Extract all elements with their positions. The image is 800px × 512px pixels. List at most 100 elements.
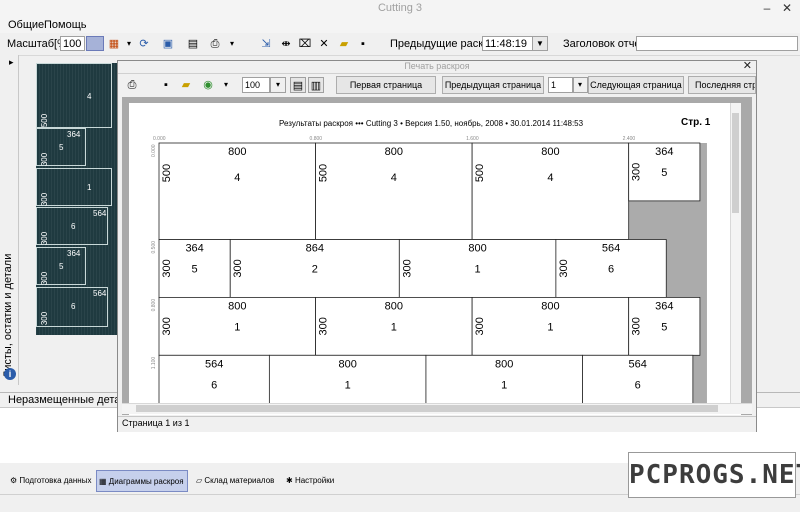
part-number-label: 4 bbox=[391, 172, 397, 184]
ruler-y-label: 0.500 bbox=[151, 241, 157, 254]
thumbnail-width: 364 bbox=[67, 249, 81, 258]
horizontal-scroll-thumb[interactable] bbox=[136, 405, 718, 412]
part-width-label: 800 bbox=[541, 146, 559, 158]
open-folder-icon[interactable]: ▰ bbox=[336, 36, 352, 52]
ruler-y-label: 0.000 bbox=[151, 144, 157, 157]
cutting-diagram: 0.000 0.800 1.600 2.400 0.000 0.500 0.800 1.100… bbox=[151, 136, 707, 414]
thumbnail[interactable]: 564 6 300 bbox=[36, 207, 108, 245]
part-width-label: 364 bbox=[655, 146, 673, 158]
scale-input[interactable]: 100 bbox=[60, 36, 85, 51]
align-icon[interactable]: ⇼ bbox=[278, 36, 294, 52]
arrange-icon[interactable]: ⇲ bbox=[258, 36, 274, 52]
part-height-label: 300 bbox=[631, 317, 643, 335]
stock-icon: ▱ bbox=[196, 476, 203, 485]
part-width-label: 364 bbox=[185, 243, 203, 255]
tab-cut-diagrams[interactable]: ▦ Диаграммы раскроя bbox=[96, 470, 188, 492]
single-page-icon[interactable]: ▤ bbox=[290, 77, 306, 93]
thumbnail[interactable]: 1 300 bbox=[36, 168, 112, 206]
settings-icon: ✱ bbox=[286, 476, 293, 485]
part-number-label: 1 bbox=[234, 321, 240, 333]
print-dropdown-icon[interactable]: ▾ bbox=[224, 36, 240, 52]
part-width-label: 800 bbox=[228, 146, 246, 158]
thumbnail[interactable]: 364 5 300 bbox=[36, 247, 86, 285]
tab-data-preparation[interactable]: ⚙ Подготовка данных bbox=[8, 470, 96, 492]
tab-label: Склад материалов bbox=[204, 476, 275, 485]
part-height-label: 300 bbox=[474, 317, 486, 335]
document-icon[interactable]: ▤ bbox=[185, 36, 201, 52]
thumbnail-number: 4 bbox=[87, 92, 92, 101]
part-number-label: 6 bbox=[635, 379, 641, 391]
refresh-icon[interactable]: ⟳ bbox=[136, 36, 152, 52]
cut-icon[interactable]: ⌧ bbox=[297, 36, 313, 52]
export-icon[interactable]: ◉ bbox=[200, 77, 216, 93]
page-number-dropdown-icon[interactable]: ▾ bbox=[572, 77, 588, 93]
part-number-label: 6 bbox=[608, 263, 614, 275]
close-button[interactable]: ✕ bbox=[778, 1, 796, 16]
part-width-label: 564 bbox=[602, 243, 620, 255]
part-number-label: 1 bbox=[475, 263, 481, 275]
open-folder-icon[interactable]: ▰ bbox=[178, 77, 194, 93]
export-dropdown-icon[interactable]: ▾ bbox=[218, 77, 234, 93]
save-icon[interactable]: ▪ bbox=[355, 36, 371, 52]
minimize-button[interactable]: – bbox=[758, 1, 776, 16]
scale-slider[interactable] bbox=[86, 36, 104, 51]
sheets-panel-label[interactable]: Листы, остатки и детали bbox=[2, 254, 14, 378]
vertical-scroll-thumb[interactable] bbox=[732, 113, 739, 213]
ruler-x-label: 2.400 bbox=[623, 136, 636, 142]
image-icon[interactable]: ▣ bbox=[160, 36, 176, 52]
part-number-label: 2 bbox=[312, 263, 318, 275]
report-header-input[interactable] bbox=[636, 36, 798, 51]
printer-icon[interactable]: ⎙ bbox=[207, 36, 223, 52]
sheet-thumbnails[interactable]: 4 500 364 5 300 1 300 564 6 300 364 5 30… bbox=[36, 63, 118, 335]
menu-help[interactable]: Помощь bbox=[44, 19, 87, 31]
prev-cuts-dropdown-icon[interactable]: ▼ bbox=[532, 36, 548, 51]
thumbnail-side: 300 bbox=[40, 271, 50, 286]
thumbnail[interactable]: 564 6 300 bbox=[36, 287, 108, 327]
print-preview-statusbar: Страница 1 из 1 bbox=[118, 416, 756, 432]
menu-general[interactable]: Общие bbox=[8, 19, 44, 31]
part-height-label: 300 bbox=[232, 259, 244, 277]
part-width-label: 800 bbox=[468, 243, 486, 255]
part-height-label: 300 bbox=[161, 317, 173, 335]
ruler-y-label: 1.100 bbox=[151, 357, 157, 370]
next-page-button[interactable]: Следующая страница bbox=[588, 76, 684, 94]
previous-page-button[interactable]: Предыдущая страница bbox=[442, 76, 544, 94]
zoom-input[interactable]: 100 bbox=[242, 77, 270, 93]
two-pages-icon[interactable]: ▥ bbox=[308, 77, 324, 93]
dropdown-arrow-icon[interactable]: ▾ bbox=[121, 36, 137, 52]
last-page-button[interactable]: Последняя стра bbox=[688, 76, 756, 94]
prev-cuts-select[interactable]: 11:48:19 bbox=[482, 36, 534, 51]
page-count-status: Страница 1 из 1 bbox=[122, 418, 190, 428]
report-page: Результаты раскроя ••• Cutting 3 • Верси… bbox=[129, 103, 741, 415]
thumbnail-width: 564 bbox=[93, 289, 107, 298]
print-preview-toolbar: ⎙ ▪ ▰ ◉ ▾ 100 ▾ ▤ ▥ Первая страница Пред… bbox=[118, 74, 756, 96]
zoom-dropdown-icon[interactable]: ▾ bbox=[270, 77, 286, 93]
window-title: Cutting 3 bbox=[377, 2, 423, 14]
save-icon[interactable]: ▪ bbox=[158, 77, 174, 93]
print-preview-viewport[interactable]: Результаты раскроя ••• Cutting 3 • Верси… bbox=[122, 97, 752, 415]
tab-settings[interactable]: ✱ Настройки bbox=[284, 470, 346, 492]
part-number-label: 1 bbox=[547, 321, 553, 333]
part-height-label: 300 bbox=[161, 259, 173, 277]
part-number-label: 1 bbox=[391, 321, 397, 333]
delete-icon[interactable]: ✕ bbox=[316, 36, 332, 52]
part-width-label: 800 bbox=[495, 358, 513, 370]
page-number-input[interactable]: 1 bbox=[548, 77, 574, 93]
tab-material-stock[interactable]: ▱ Склад материалов bbox=[194, 470, 276, 492]
thumbnail-number: 5 bbox=[59, 143, 64, 152]
grid-color-icon[interactable]: ▦ bbox=[106, 36, 122, 52]
expand-arrow-icon[interactable]: ▸ bbox=[9, 57, 14, 68]
horizontal-scrollbar[interactable] bbox=[122, 403, 752, 414]
page-vertical-scrollbar[interactable] bbox=[730, 103, 741, 411]
thumbnail[interactable]: 4 500 bbox=[36, 63, 112, 128]
part-number-label: 5 bbox=[192, 263, 198, 275]
print-preview-close-icon[interactable]: ✕ bbox=[743, 59, 752, 72]
part-width-label: 364 bbox=[655, 300, 673, 312]
info-icon[interactable]: i bbox=[4, 368, 16, 380]
thumbnail-number: 1 bbox=[87, 183, 92, 192]
part-width-label: 564 bbox=[205, 358, 223, 370]
first-page-button[interactable]: Первая страница bbox=[336, 76, 436, 94]
print-icon[interactable]: ⎙ bbox=[124, 77, 140, 93]
thumbnail[interactable]: 364 5 300 bbox=[36, 128, 86, 166]
part-number-label: 6 bbox=[211, 379, 217, 391]
